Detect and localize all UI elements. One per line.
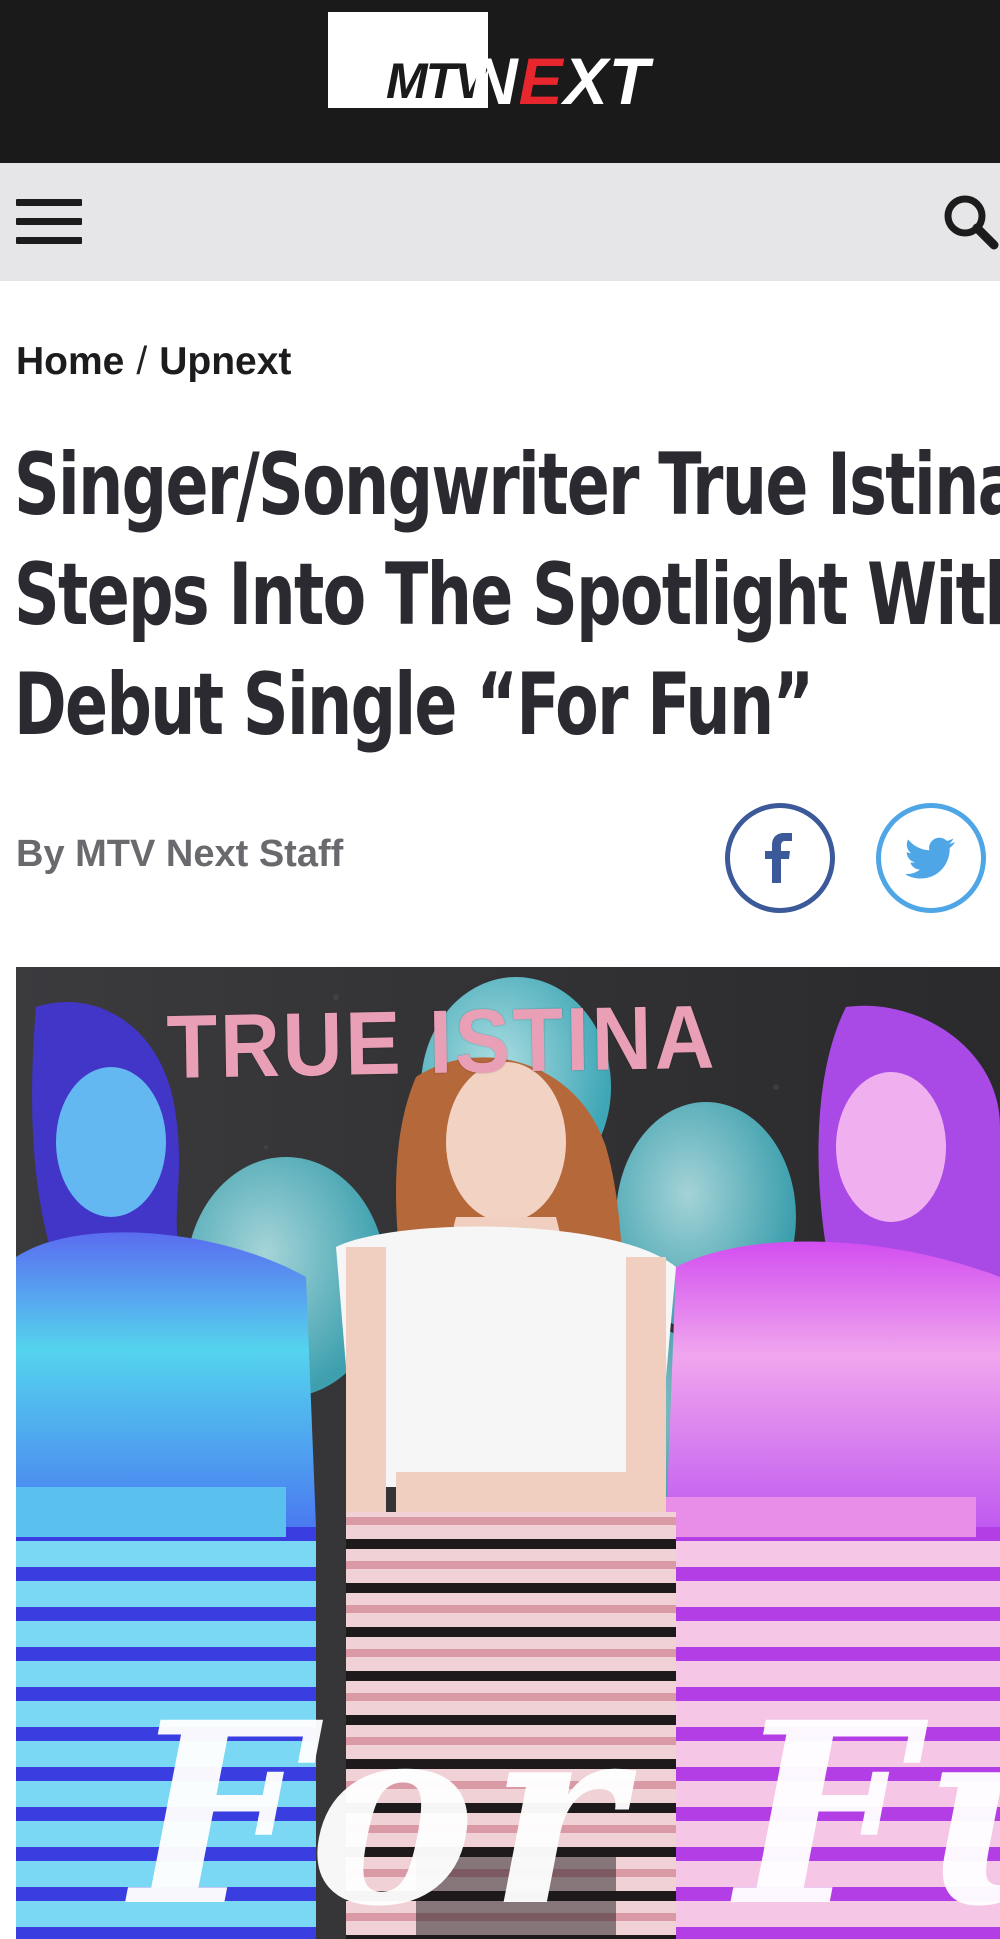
search-icon[interactable] [940,191,1000,251]
hamburger-menu-icon[interactable] [16,199,82,245]
breadcrumb: Home / Upnext [16,340,291,384]
breadcrumb-section-link[interactable]: Upnext [159,340,291,383]
facebook-icon [765,833,792,883]
site-header: MTV NEXT [0,0,1000,163]
hero-subtitle-text: For Fun [131,1667,1000,1939]
nav-bar [0,163,1000,281]
article-headline: Singer/Songwriter True Istina Steps Into… [14,430,1000,760]
headline-line-3: Debut Single “For Fun” [14,655,814,755]
hero-image[interactable]: TRUE ISTINA For Fun [16,967,1000,1939]
headline-line-2: Steps Into The Spotlight With [14,545,1000,645]
twitter-share-button[interactable] [876,803,986,913]
headline-line-1: Singer/Songwriter True Istina [14,435,1000,535]
breadcrumb-separator: / [136,340,148,383]
article-byline: By MTV Next Staff [16,833,344,875]
logo-next-text: NEXT [470,44,651,118]
mtv-next-logo[interactable]: MTV NEXT [328,10,686,114]
breadcrumb-home-link[interactable]: Home [16,340,124,383]
facebook-share-button[interactable] [725,803,835,913]
twitter-icon [906,837,955,879]
hero-title-text: TRUE ISTINA [166,987,718,1098]
